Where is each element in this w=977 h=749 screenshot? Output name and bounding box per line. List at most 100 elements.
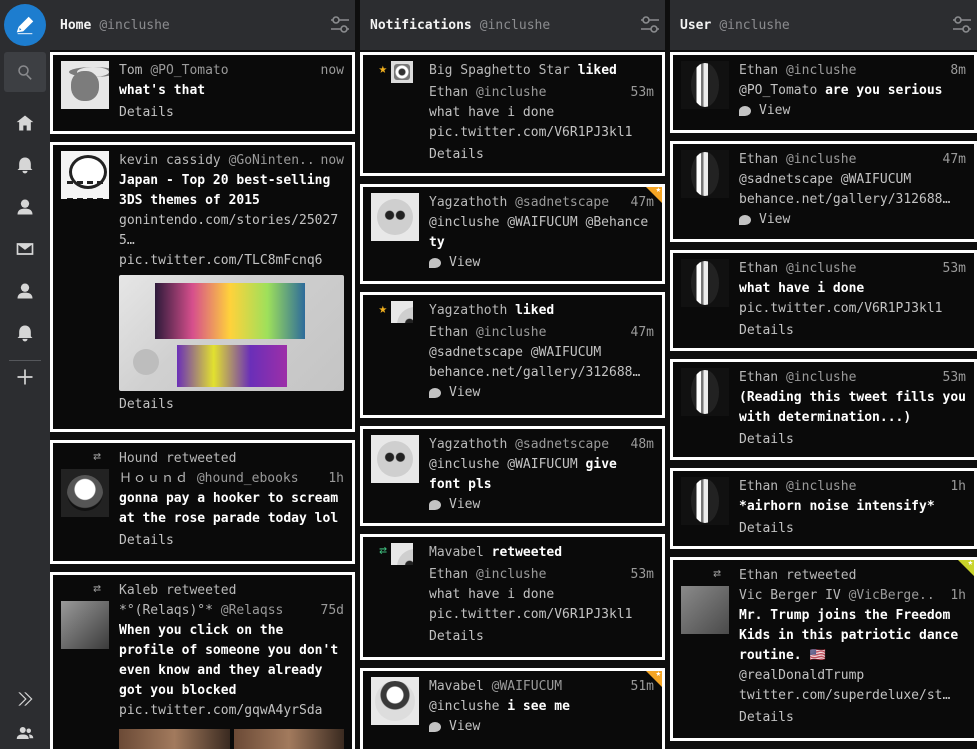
- notification-card[interactable]: ★ Yagzathoth @sadnetscape 47m @inclushe @…: [360, 184, 665, 284]
- author-name[interactable]: Ｈｏｕｎｄ: [119, 471, 189, 486]
- author-handle[interactable]: @inclushe: [786, 370, 856, 385]
- search-button[interactable]: [4, 52, 46, 92]
- column-settings-button[interactable]: [951, 14, 973, 36]
- author-name[interactable]: kevin cassidy: [119, 153, 221, 168]
- tweet-card[interactable]: kevin cassidy @GoNinten.. now Japan - Top…: [50, 142, 355, 432]
- view-link[interactable]: View: [429, 383, 654, 403]
- avatar[interactable]: [61, 469, 109, 517]
- author-name[interactable]: Ethan: [429, 85, 468, 100]
- avatar[interactable]: [391, 61, 413, 83]
- author-handle[interactable]: @WAIFUCUM: [492, 679, 562, 694]
- column-settings-button[interactable]: [639, 14, 661, 36]
- notifications-button[interactable]: [4, 144, 46, 186]
- tweet-mentions[interactable]: @inclushe: [429, 699, 499, 714]
- avatar[interactable]: [61, 61, 109, 109]
- retweeted-by[interactable]: Hound retweeted: [119, 449, 344, 469]
- avatar[interactable]: [681, 259, 729, 307]
- avatar[interactable]: [681, 368, 729, 416]
- notification-card[interactable]: ★ Big Spaghetto Star liked Ethan @inclus…: [360, 52, 665, 176]
- author-name[interactable]: Vic Berger IV: [739, 588, 841, 603]
- tweet-card[interactable]: ⇄ Kaleb retweeted *°(Relaqs)°* @Relaqss 7…: [50, 572, 355, 749]
- tweet-card[interactable]: Ethan @inclushe 47m @sadnetscape @WAIFUCU…: [670, 141, 977, 242]
- column-settings-button[interactable]: [329, 14, 351, 36]
- author-name[interactable]: Yagzathoth: [429, 195, 507, 210]
- tweet-link[interactable]: @realDonaldTrump: [739, 666, 966, 686]
- actor-name[interactable]: Big Spaghetto Star: [429, 63, 570, 78]
- author-handle[interactable]: @inclushe: [476, 85, 546, 100]
- tweet-card[interactable]: ★ ⇄ Ethan retweeted Vic Berger IV @VicBe…: [670, 557, 977, 741]
- author-name[interactable]: Ethan: [739, 261, 778, 276]
- tweet-link[interactable]: pic.twitter.com/TLC8mFcnq6: [119, 251, 344, 271]
- author-name[interactable]: Ethan: [429, 325, 468, 340]
- author-handle[interactable]: @sadnetscape: [515, 195, 609, 210]
- tweet-link[interactable]: gonintendo.com/stories/250275…: [119, 211, 344, 251]
- avatar[interactable]: [681, 150, 729, 198]
- view-link[interactable]: View: [429, 495, 654, 515]
- actor-name[interactable]: Yagzathoth: [429, 303, 507, 318]
- tweet-card[interactable]: Ethan @inclushe 1h *airhorn noise intensi…: [670, 468, 977, 549]
- details-link[interactable]: Details: [119, 531, 344, 551]
- author-name[interactable]: *°(Relaqs)°*: [119, 603, 213, 618]
- activity-button[interactable]: [4, 312, 46, 354]
- details-link[interactable]: Details: [119, 103, 344, 123]
- user-column-button[interactable]: [4, 270, 46, 312]
- avatar[interactable]: [371, 677, 419, 725]
- avatar[interactable]: [61, 601, 109, 649]
- details-link[interactable]: Details: [739, 430, 966, 450]
- author-handle[interactable]: @inclushe: [786, 152, 856, 167]
- tweet-mentions[interactable]: @inclushe @WAIFUCUM: [429, 457, 578, 472]
- add-column-button[interactable]: [4, 356, 46, 398]
- author-name[interactable]: Yagzathoth: [429, 437, 507, 452]
- profile-button[interactable]: [4, 186, 46, 228]
- avatar[interactable]: [681, 586, 729, 634]
- author-handle[interactable]: @inclushe: [476, 567, 546, 582]
- avatar[interactable]: [61, 151, 109, 199]
- author-name[interactable]: Mavabel: [429, 679, 484, 694]
- avatar[interactable]: [371, 435, 419, 483]
- tweet-card[interactable]: Ethan @inclushe 8m @PO_Tomato are you ser…: [670, 52, 977, 133]
- tweet-card[interactable]: Tom @PO_Tomato now what's that Details: [50, 52, 355, 134]
- author-handle[interactable]: @inclushe: [786, 479, 856, 494]
- view-link[interactable]: View: [739, 101, 966, 121]
- tweet-link[interactable]: pic.twitter.com/gqwA4yrSda: [119, 701, 344, 721]
- details-link[interactable]: Details: [429, 627, 654, 647]
- tweet-link[interactable]: pic.twitter.com/V6R1PJ3kl1: [429, 123, 654, 143]
- retweeted-by[interactable]: Kaleb retweeted: [119, 581, 344, 601]
- author-handle[interactable]: @PO_Tomato: [150, 63, 228, 78]
- author-handle[interactable]: @inclushe: [786, 63, 856, 78]
- author-handle[interactable]: @inclushe: [476, 325, 546, 340]
- author-name[interactable]: Tom: [119, 63, 142, 78]
- tweet-mentions[interactable]: @PO_Tomato: [739, 83, 817, 98]
- accounts-button[interactable]: [4, 712, 46, 749]
- tweet-link[interactable]: twitter.com/superdeluxe/st…: [739, 686, 966, 706]
- actor-name[interactable]: Mavabel: [429, 545, 484, 560]
- tweet-media-image[interactable]: [119, 275, 344, 391]
- view-link[interactable]: View: [739, 210, 966, 230]
- avatar[interactable]: [371, 193, 419, 241]
- tweet-link[interactable]: behance.net/gallery/312688…: [739, 190, 966, 210]
- author-handle[interactable]: @GoNinten..: [229, 153, 315, 168]
- author-handle[interactable]: @hound_ebooks: [197, 471, 299, 486]
- details-link[interactable]: Details: [739, 321, 966, 341]
- tweet-media-image[interactable]: [119, 729, 344, 749]
- view-link[interactable]: View: [429, 253, 654, 273]
- tweet-card[interactable]: Ethan @inclushe 53m what have i done pic.…: [670, 250, 977, 351]
- author-name[interactable]: Ethan: [739, 479, 778, 494]
- view-link[interactable]: View: [429, 717, 654, 737]
- details-link[interactable]: Details: [119, 395, 344, 415]
- author-name[interactable]: Ethan: [739, 63, 778, 78]
- notification-card[interactable]: Yagzathoth @sadnetscape 48m @inclushe @WA…: [360, 426, 665, 526]
- avatar[interactable]: [681, 477, 729, 525]
- notification-card[interactable]: ★ Mavabel @WAIFUCUM 51m @inclushe i see m…: [360, 668, 665, 749]
- author-name[interactable]: Ethan: [739, 152, 778, 167]
- tweet-card[interactable]: ⇄ Hound retweeted Ｈｏｕｎｄ @hound_ebooks 1h …: [50, 440, 355, 564]
- tweet-link[interactable]: pic.twitter.com/V6R1PJ3kl1: [429, 605, 654, 625]
- avatar[interactable]: [391, 301, 413, 323]
- author-handle[interactable]: @sadnetscape: [515, 437, 609, 452]
- messages-button[interactable]: [4, 228, 46, 270]
- author-handle[interactable]: @VicBerge..: [849, 588, 935, 603]
- tweet-link[interactable]: behance.net/gallery/312688…: [429, 363, 654, 383]
- notification-card[interactable]: ⇄ Mavabel retweeted Ethan @inclushe 53m w…: [360, 534, 665, 660]
- details-link[interactable]: Details: [429, 145, 654, 165]
- author-handle[interactable]: @inclushe: [786, 261, 856, 276]
